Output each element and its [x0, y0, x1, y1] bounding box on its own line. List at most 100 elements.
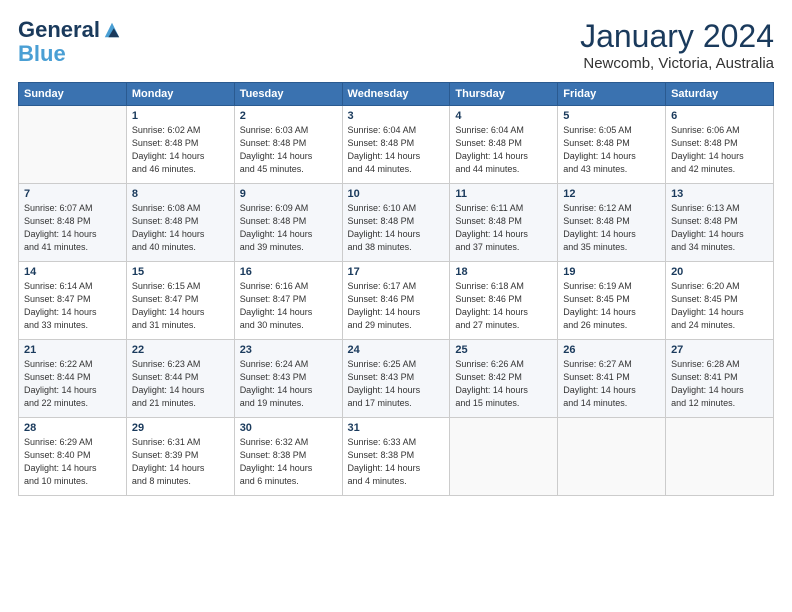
- day-info: Sunrise: 6:31 AM Sunset: 8:39 PM Dayligh…: [132, 436, 229, 488]
- day-number: 15: [132, 266, 229, 278]
- day-cell: 20 Sunrise: 6:20 AM Sunset: 8:45 PM Dayli…: [666, 262, 774, 340]
- day-cell: 14 Sunrise: 6:14 AM Sunset: 8:47 PM Dayli…: [19, 262, 127, 340]
- day-cell: 6 Sunrise: 6:06 AM Sunset: 8:48 PM Daylig…: [666, 106, 774, 184]
- logo-icon: [103, 21, 121, 39]
- col-sunday: Sunday: [19, 83, 127, 106]
- week-row-4: 28 Sunrise: 6:29 AM Sunset: 8:40 PM Dayli…: [19, 418, 774, 496]
- day-number: 6: [671, 110, 768, 122]
- day-info: Sunrise: 6:28 AM Sunset: 8:41 PM Dayligh…: [671, 358, 768, 410]
- day-cell: 30 Sunrise: 6:32 AM Sunset: 8:38 PM Dayli…: [234, 418, 342, 496]
- day-number: 11: [455, 188, 552, 200]
- day-info: Sunrise: 6:20 AM Sunset: 8:45 PM Dayligh…: [671, 280, 768, 332]
- logo-text-general: General: [18, 18, 100, 42]
- day-cell: 27 Sunrise: 6:28 AM Sunset: 8:41 PM Dayli…: [666, 340, 774, 418]
- day-cell: [450, 418, 558, 496]
- day-info: Sunrise: 6:04 AM Sunset: 8:48 PM Dayligh…: [455, 124, 552, 176]
- day-info: Sunrise: 6:10 AM Sunset: 8:48 PM Dayligh…: [348, 202, 445, 254]
- day-info: Sunrise: 6:22 AM Sunset: 8:44 PM Dayligh…: [24, 358, 121, 410]
- day-info: Sunrise: 6:33 AM Sunset: 8:38 PM Dayligh…: [348, 436, 445, 488]
- day-number: 27: [671, 344, 768, 356]
- day-number: 14: [24, 266, 121, 278]
- day-number: 2: [240, 110, 337, 122]
- day-cell: 17Sunrise: 6:17 AM Sunset: 8:46 PM Dayli…: [342, 262, 450, 340]
- logo: General Blue: [18, 18, 121, 66]
- day-cell: [558, 418, 666, 496]
- day-cell: 29Sunrise: 6:31 AM Sunset: 8:39 PM Dayli…: [126, 418, 234, 496]
- day-info: Sunrise: 6:25 AM Sunset: 8:43 PM Dayligh…: [348, 358, 445, 410]
- day-cell: 15 Sunrise: 6:15 AM Sunset: 8:47 PM Dayli…: [126, 262, 234, 340]
- day-cell: 9 Sunrise: 6:09 AM Sunset: 8:48 PM Daylig…: [234, 184, 342, 262]
- day-info: Sunrise: 6:18 AM Sunset: 8:46 PM Dayligh…: [455, 280, 552, 332]
- day-cell: 4 Sunrise: 6:04 AM Sunset: 8:48 PM Daylig…: [450, 106, 558, 184]
- day-info: Sunrise: 6:24 AM Sunset: 8:43 PM Dayligh…: [240, 358, 337, 410]
- day-cell: 10Sunrise: 6:10 AM Sunset: 8:48 PM Dayli…: [342, 184, 450, 262]
- day-number: 25: [455, 344, 552, 356]
- day-info: Sunrise: 6:23 AM Sunset: 8:44 PM Dayligh…: [132, 358, 229, 410]
- day-cell: 11 Sunrise: 6:11 AM Sunset: 8:48 PM Dayli…: [450, 184, 558, 262]
- day-info: Sunrise: 6:11 AM Sunset: 8:48 PM Dayligh…: [455, 202, 552, 254]
- col-tuesday: Tuesday: [234, 83, 342, 106]
- day-number: 24: [348, 344, 445, 356]
- day-cell: 28 Sunrise: 6:29 AM Sunset: 8:40 PM Dayli…: [19, 418, 127, 496]
- day-number: 13: [671, 188, 768, 200]
- day-number: 7: [24, 188, 121, 200]
- day-cell: 5 Sunrise: 6:05 AM Sunset: 8:48 PM Daylig…: [558, 106, 666, 184]
- day-number: 31: [348, 422, 445, 434]
- day-cell: 3 Sunrise: 6:04 AM Sunset: 8:48 PM Daylig…: [342, 106, 450, 184]
- day-cell: 22 Sunrise: 6:23 AM Sunset: 8:44 PM Dayli…: [126, 340, 234, 418]
- header: General Blue January 2024 Newcomb, Victo…: [18, 18, 774, 72]
- day-cell: [19, 106, 127, 184]
- week-row-1: 7 Sunrise: 6:07 AM Sunset: 8:48 PM Daylig…: [19, 184, 774, 262]
- day-number: 5: [563, 110, 660, 122]
- day-number: 30: [240, 422, 337, 434]
- day-info: Sunrise: 6:32 AM Sunset: 8:38 PM Dayligh…: [240, 436, 337, 488]
- day-info: Sunrise: 6:07 AM Sunset: 8:48 PM Dayligh…: [24, 202, 121, 254]
- day-info: Sunrise: 6:05 AM Sunset: 8:48 PM Dayligh…: [563, 124, 660, 176]
- title-block: January 2024 Newcomb, Victoria, Australi…: [580, 18, 774, 72]
- day-info: Sunrise: 6:04 AM Sunset: 8:48 PM Dayligh…: [348, 124, 445, 176]
- day-info: Sunrise: 6:13 AM Sunset: 8:48 PM Dayligh…: [671, 202, 768, 254]
- day-cell: 25 Sunrise: 6:26 AM Sunset: 8:42 PM Dayli…: [450, 340, 558, 418]
- col-wednesday: Wednesday: [342, 83, 450, 106]
- day-number: 28: [24, 422, 121, 434]
- day-number: 17: [348, 266, 445, 278]
- day-number: 19: [563, 266, 660, 278]
- day-info: Sunrise: 6:02 AM Sunset: 8:48 PM Dayligh…: [132, 124, 229, 176]
- day-cell: [666, 418, 774, 496]
- day-number: 18: [455, 266, 552, 278]
- calendar-table: Sunday Monday Tuesday Wednesday Thursday…: [18, 82, 774, 496]
- week-row-0: 1Sunrise: 6:02 AM Sunset: 8:48 PM Daylig…: [19, 106, 774, 184]
- day-info: Sunrise: 6:14 AM Sunset: 8:47 PM Dayligh…: [24, 280, 121, 332]
- day-number: 16: [240, 266, 337, 278]
- day-number: 20: [671, 266, 768, 278]
- logo-text-blue: Blue: [18, 42, 66, 66]
- day-cell: 31 Sunrise: 6:33 AM Sunset: 8:38 PM Dayli…: [342, 418, 450, 496]
- day-number: 3: [348, 110, 445, 122]
- day-cell: 13 Sunrise: 6:13 AM Sunset: 8:48 PM Dayli…: [666, 184, 774, 262]
- day-info: Sunrise: 6:03 AM Sunset: 8:48 PM Dayligh…: [240, 124, 337, 176]
- col-thursday: Thursday: [450, 83, 558, 106]
- day-cell: 23 Sunrise: 6:24 AM Sunset: 8:43 PM Dayli…: [234, 340, 342, 418]
- week-row-3: 21 Sunrise: 6:22 AM Sunset: 8:44 PM Dayli…: [19, 340, 774, 418]
- day-cell: 1Sunrise: 6:02 AM Sunset: 8:48 PM Daylig…: [126, 106, 234, 184]
- day-number: 23: [240, 344, 337, 356]
- day-info: Sunrise: 6:06 AM Sunset: 8:48 PM Dayligh…: [671, 124, 768, 176]
- day-number: 21: [24, 344, 121, 356]
- day-cell: 19 Sunrise: 6:19 AM Sunset: 8:45 PM Dayli…: [558, 262, 666, 340]
- day-info: Sunrise: 6:19 AM Sunset: 8:45 PM Dayligh…: [563, 280, 660, 332]
- day-number: 4: [455, 110, 552, 122]
- col-saturday: Saturday: [666, 83, 774, 106]
- day-cell: 7 Sunrise: 6:07 AM Sunset: 8:48 PM Daylig…: [19, 184, 127, 262]
- day-number: 22: [132, 344, 229, 356]
- day-number: 9: [240, 188, 337, 200]
- day-info: Sunrise: 6:15 AM Sunset: 8:47 PM Dayligh…: [132, 280, 229, 332]
- day-info: Sunrise: 6:26 AM Sunset: 8:42 PM Dayligh…: [455, 358, 552, 410]
- day-info: Sunrise: 6:09 AM Sunset: 8:48 PM Dayligh…: [240, 202, 337, 254]
- day-cell: 21 Sunrise: 6:22 AM Sunset: 8:44 PM Dayli…: [19, 340, 127, 418]
- day-cell: 24 Sunrise: 6:25 AM Sunset: 8:43 PM Dayli…: [342, 340, 450, 418]
- day-info: Sunrise: 6:29 AM Sunset: 8:40 PM Dayligh…: [24, 436, 121, 488]
- day-cell: 18 Sunrise: 6:18 AM Sunset: 8:46 PM Dayli…: [450, 262, 558, 340]
- day-cell: 8Sunrise: 6:08 AM Sunset: 8:48 PM Daylig…: [126, 184, 234, 262]
- day-info: Sunrise: 6:16 AM Sunset: 8:47 PM Dayligh…: [240, 280, 337, 332]
- day-cell: 26Sunrise: 6:27 AM Sunset: 8:41 PM Dayli…: [558, 340, 666, 418]
